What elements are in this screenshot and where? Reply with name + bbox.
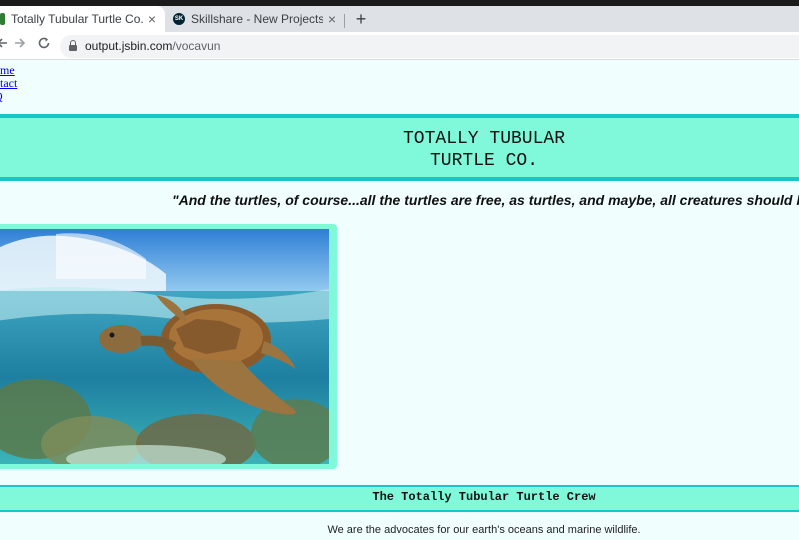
forward-arrow-icon[interactable] <box>10 36 30 56</box>
url-text: output.jsbin.com/vocavun <box>85 39 221 53</box>
tab-turtle-co[interactable]: Totally Tubular Turtle Co. × <box>0 6 165 32</box>
turtle-favicon-icon <box>0 13 5 25</box>
crew-heading-banner: The Totally Tubular Turtle Crew <box>0 485 799 512</box>
plus-icon[interactable]: + <box>350 7 372 31</box>
tab-skillshare[interactable]: SK Skillshare - New Projects × <box>165 6 345 32</box>
site-header-banner: TOTALLY TUBULAR TURTLE CO. <box>0 114 799 181</box>
tab-bar: Totally Tubular Turtle Co. × SK Skillsha… <box>0 6 799 32</box>
turtle-quote: "And the turtles, of course...all the tu… <box>172 192 799 208</box>
sea-turtle-photo <box>0 229 329 464</box>
advocates-paragraph: We are the advocates for our earth's oce… <box>327 524 641 536</box>
close-icon[interactable]: × <box>143 11 161 27</box>
site-title-line2: TURTLE CO. <box>429 151 539 171</box>
reload-icon[interactable] <box>34 36 54 56</box>
tab-title: Skillshare - New Projects <box>191 12 323 26</box>
turtle-photo-frame <box>0 224 337 469</box>
address-bar[interactable]: output.jsbin.com/vocavun <box>60 35 799 58</box>
tab-title: Totally Tubular Turtle Co. <box>11 12 143 26</box>
tab-separator <box>344 14 345 28</box>
site-title-line1: TOTALLY TUBULAR <box>402 129 566 149</box>
site-title: TOTALLY TUBULAR TURTLE CO. <box>0 128 799 172</box>
lock-icon <box>69 40 77 51</box>
close-icon[interactable]: × <box>323 11 341 27</box>
site-nav: ome ntact Q <box>0 64 17 103</box>
browser-toolbar: output.jsbin.com/vocavun <box>0 32 799 60</box>
nav-link-faq[interactable]: Q <box>0 90 17 103</box>
crew-heading: The Totally Tubular Turtle Crew <box>372 490 596 504</box>
skillshare-favicon-icon: SK <box>173 13 185 25</box>
